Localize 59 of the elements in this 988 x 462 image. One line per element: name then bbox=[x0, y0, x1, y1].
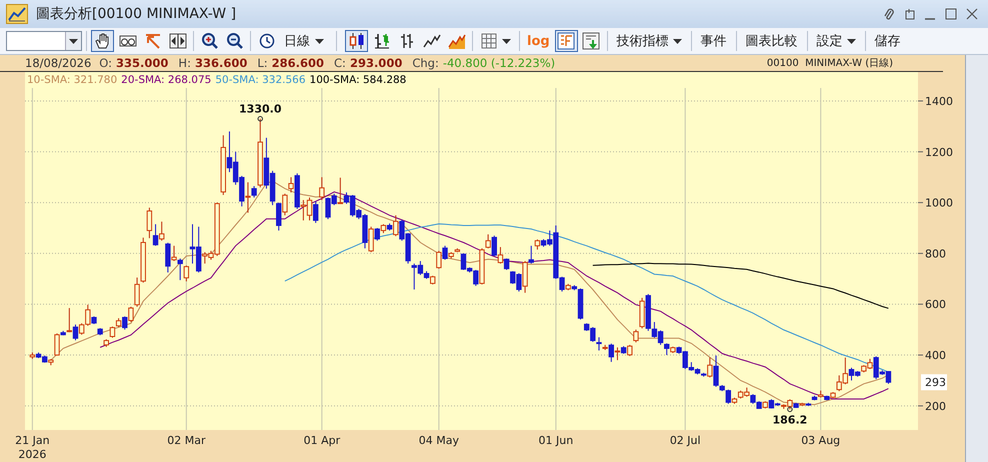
extreme-marker bbox=[787, 406, 793, 412]
last-price-label: 293 bbox=[921, 374, 947, 390]
y-axis-label: 200 bbox=[925, 400, 946, 413]
y-axis-label: 1400 bbox=[925, 94, 953, 108]
indicator-legend: 100-SMA: 584.288 bbox=[310, 74, 406, 86]
quote-value: 293.000 bbox=[350, 56, 402, 70]
indicator-legend: 50-SMA: 332.566 bbox=[215, 74, 306, 86]
caret-icon bbox=[502, 38, 511, 44]
list-panel-icon[interactable] bbox=[554, 30, 578, 52]
interval-dropdown[interactable]: 日線 bbox=[280, 30, 328, 52]
x-axis-label: 21 Jan bbox=[15, 434, 50, 447]
restore-icon[interactable] bbox=[903, 8, 915, 20]
quote-label: H: bbox=[178, 56, 191, 70]
window-title: 圖表分析[00100 MINIMAX-W ] bbox=[36, 5, 236, 23]
caret-icon bbox=[69, 38, 78, 44]
close-icon[interactable] bbox=[966, 8, 978, 20]
toolbar-menu-button[interactable]: 事件 bbox=[696, 30, 732, 52]
extreme-value-label: 186.2 bbox=[772, 413, 808, 426]
y-axis-label: 600 bbox=[925, 298, 946, 312]
quote-value: 335.000 bbox=[116, 56, 168, 70]
toolbar-menu-button[interactable]: 技術指標 bbox=[612, 30, 687, 52]
y-axis-label: 1000 bbox=[925, 196, 953, 210]
toolbar-menu-button[interactable]: 圖表比較 bbox=[740, 30, 803, 52]
maximize-icon[interactable] bbox=[945, 8, 957, 20]
quote-value: 286.600 bbox=[272, 56, 324, 70]
quote-label: C: bbox=[334, 56, 346, 70]
x-axis-label: 02 Jul bbox=[670, 434, 701, 447]
quote-date: 18/08/2026 bbox=[25, 56, 92, 70]
indicator-legend: 10-SMA: 321.780 bbox=[27, 74, 118, 86]
caret-icon bbox=[315, 38, 324, 44]
chart-app-icon bbox=[6, 4, 28, 24]
extreme-marker bbox=[258, 116, 263, 122]
y-axis-label: 1200 bbox=[925, 146, 953, 159]
x-axis-label: 04 May bbox=[418, 434, 459, 447]
y-axis-label: 800 bbox=[925, 247, 946, 260]
quote-label: L: bbox=[257, 56, 268, 70]
x-axis-label: 01 Apr bbox=[304, 434, 340, 447]
change-value: -40.800 (-12.223%) bbox=[442, 56, 556, 70]
paperclip-icon[interactable] bbox=[884, 8, 894, 20]
candlestick-chart-icon[interactable] bbox=[345, 30, 368, 52]
y-axis-label: 400 bbox=[925, 349, 946, 362]
candlestick bbox=[97, 328, 103, 336]
caret-icon bbox=[846, 38, 856, 44]
x-axis-label: 01 Jun bbox=[538, 434, 574, 447]
toolbar-menu-button[interactable]: 設定 bbox=[812, 30, 861, 52]
toolbar-menu-button[interactable]: 儲存 bbox=[870, 30, 906, 52]
quote-value: 336.600 bbox=[194, 56, 248, 70]
year-label: 2026 bbox=[18, 448, 46, 461]
hand-tool-icon[interactable] bbox=[91, 30, 114, 52]
symbol-combobox[interactable] bbox=[6, 31, 82, 51]
x-axis-label: 03 Aug bbox=[801, 434, 840, 447]
extreme-value-label: 1330.0 bbox=[239, 102, 282, 116]
instrument-label: 00100 MINIMAX-W (日線) bbox=[766, 57, 893, 70]
change-label: Chg: bbox=[412, 56, 439, 70]
grid-icon bbox=[481, 33, 497, 49]
indicator-legend: 20-SMA: 268.075 bbox=[121, 74, 212, 86]
quote-label: O: bbox=[99, 56, 112, 70]
caret-icon bbox=[672, 38, 682, 44]
x-axis-label: 02 Mar bbox=[167, 434, 206, 447]
